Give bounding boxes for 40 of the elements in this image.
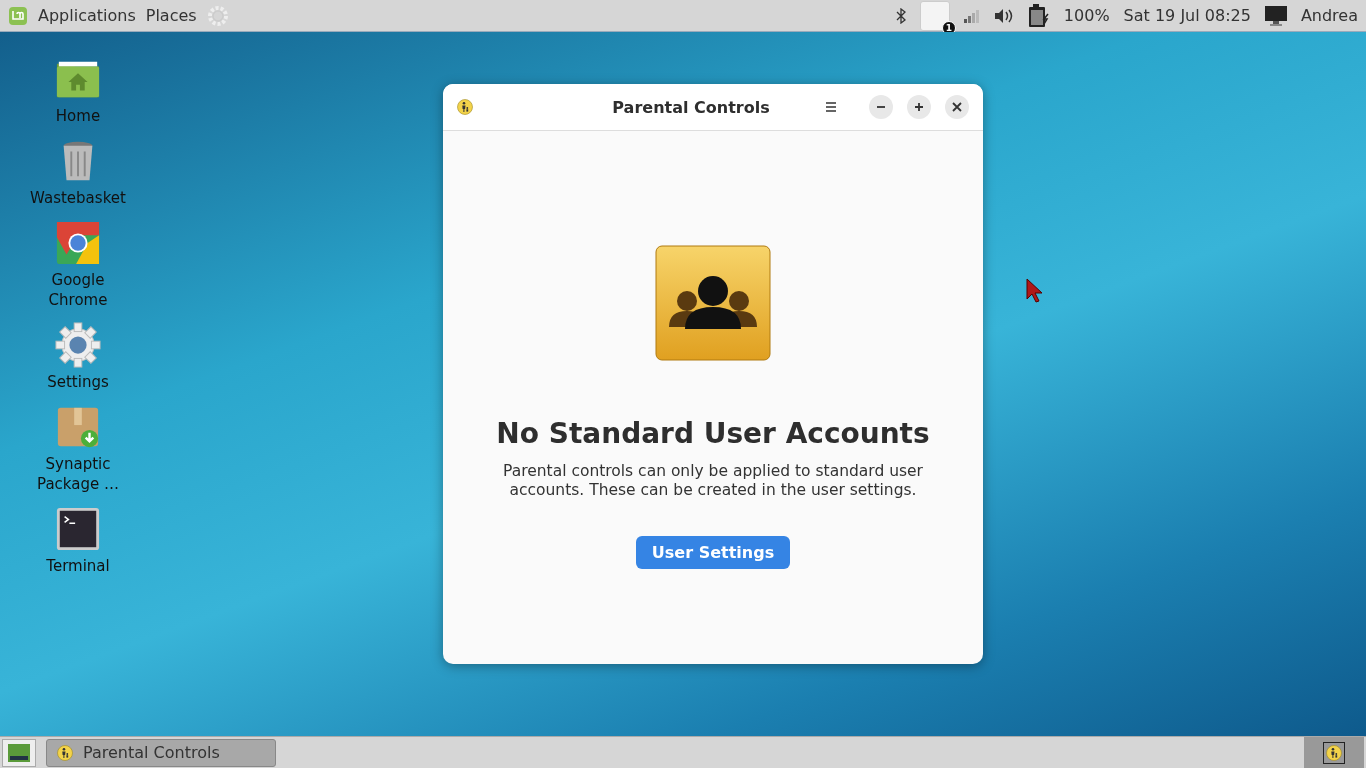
terminal-icon	[55, 506, 101, 552]
panel-menu[interactable]: Places	[145, 6, 197, 25]
desktop-icon-label[interactable]: Google Chrome	[23, 270, 133, 310]
desktop-icon	[8, 743, 30, 762]
app-icon	[457, 99, 473, 115]
monitor-icon	[1264, 5, 1287, 26]
volume-icon[interactable]	[993, 7, 1014, 24]
battery-percent: 100%	[1063, 6, 1110, 25]
desktop-icon-label[interactable]: Wastebasket	[23, 188, 133, 208]
maximize-icon	[914, 102, 924, 112]
clock[interactable]: Sat 19 Jul 08:25	[1123, 6, 1251, 25]
desktop-icon-label[interactable]: Terminal	[23, 556, 133, 576]
panel-menu[interactable]: Applications	[38, 6, 136, 25]
signal-icon[interactable]	[963, 8, 980, 23]
browser-icon	[55, 220, 101, 266]
battery-icon[interactable]	[1027, 3, 1050, 28]
message-text: Parental controls can only be applied to standard user accounts. These can be created in the user settings.	[503, 462, 923, 500]
user-name[interactable]: Andrea	[1300, 6, 1358, 25]
taskbar-button[interactable]: Parental Controls	[46, 738, 276, 767]
mail-icon[interactable]	[919, 0, 950, 31]
tray-app-button[interactable]	[1323, 741, 1345, 764]
gear-icon	[206, 4, 229, 27]
desktop-icon-label[interactable]: Home	[23, 106, 133, 126]
heading: No Standard User Accounts	[496, 417, 930, 450]
desktop-icon-label[interactable]: Settings	[23, 372, 133, 392]
user-settings-button[interactable]: User Settings	[635, 536, 791, 569]
desktop-icon-label[interactable]: Synaptic Package …	[23, 454, 133, 494]
window-title: Parental Controls	[611, 97, 770, 117]
settings-icon	[55, 322, 101, 368]
close-button[interactable]	[945, 95, 969, 119]
menu-icon	[825, 101, 837, 113]
minimize-button[interactable]	[869, 95, 893, 119]
app-icon	[57, 744, 73, 761]
bluetooth-icon[interactable]	[895, 7, 906, 24]
users-icon	[655, 245, 771, 361]
maximize-button[interactable]	[907, 95, 931, 119]
app-icon	[1326, 744, 1342, 761]
show-desktop-button[interactable]	[2, 738, 36, 767]
close-icon	[952, 102, 962, 112]
cursor-icon	[1026, 278, 1042, 304]
